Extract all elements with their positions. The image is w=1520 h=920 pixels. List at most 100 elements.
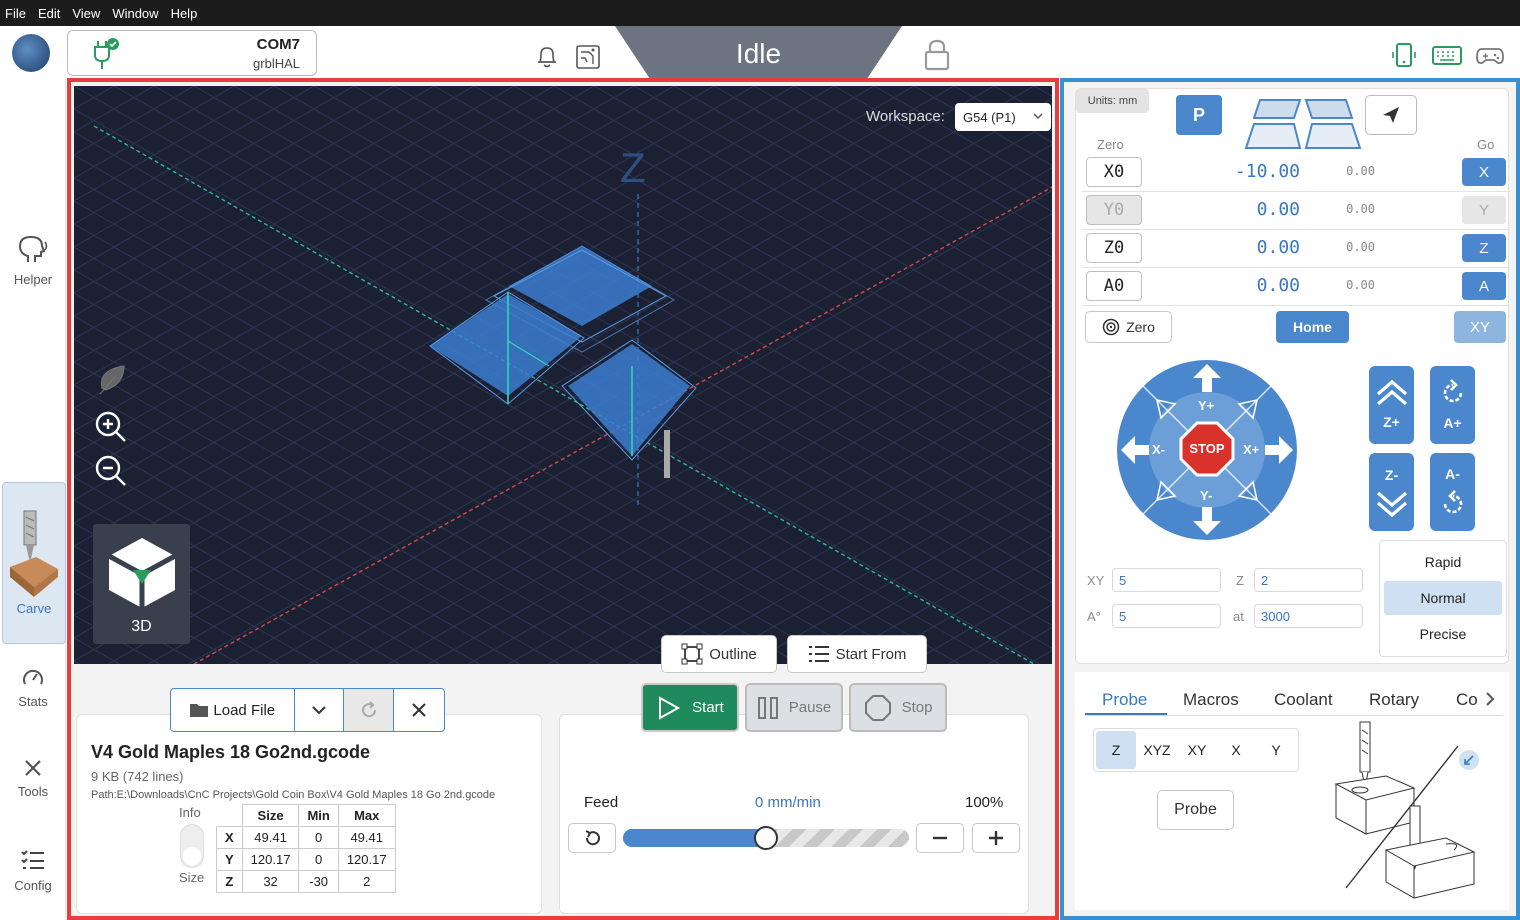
feather-icon[interactable] (94, 362, 130, 398)
speed-precise-button[interactable]: Precise (1384, 618, 1502, 650)
size-toggle-label: Size (179, 870, 205, 885)
jog-y-plus-arrow-icon[interactable] (1191, 362, 1223, 394)
nav-carve[interactable]: Carve (2, 482, 66, 644)
view-cube-button[interactable]: 3D (93, 524, 190, 644)
work-position-a[interactable]: 0.00 (1150, 275, 1300, 296)
phone-icon[interactable] (1392, 42, 1416, 70)
workspace-overlay-icon[interactable] (1242, 96, 1364, 152)
keyboard-icon[interactable] (1432, 46, 1462, 66)
go-a-button[interactable]: A (1462, 272, 1506, 300)
load-file-button[interactable]: Load File (171, 689, 295, 731)
jog-a-minus-button[interactable]: A- (1430, 453, 1475, 531)
tab-macros[interactable]: Macros (1183, 690, 1239, 710)
units-badge: Units: mm (1076, 89, 1149, 113)
work-position-x[interactable]: -10.00 (1150, 161, 1300, 182)
jog-x-plus-arrow-icon[interactable] (1263, 434, 1295, 466)
probe-button[interactable]: Probe (1157, 790, 1234, 830)
table-cell: 49.41 (241, 826, 300, 849)
menu-window[interactable]: Window (112, 6, 158, 21)
info-size-toggle[interactable] (180, 824, 204, 868)
tab-coolant[interactable]: Coolant (1274, 690, 1333, 710)
chevron-right-icon[interactable] (1485, 691, 1495, 707)
jog-a-plus-button[interactable]: A+ (1430, 366, 1475, 444)
nav-tools[interactable]: Tools (0, 758, 66, 799)
go-xy-button[interactable]: XY (1454, 311, 1506, 343)
table-cell: Z (216, 870, 243, 893)
workspace-select[interactable]: G54 (P1) (955, 103, 1051, 131)
home-button[interactable]: Home (1276, 311, 1349, 343)
top-bar: COM7 grblHAL Idle (0, 26, 1520, 78)
zero-a-button[interactable]: A0 (1086, 271, 1142, 301)
jog-a-step-input[interactable]: 5 (1112, 604, 1221, 628)
work-position-y[interactable]: 0.00 (1150, 199, 1300, 220)
jog-feed-input[interactable]: 3000 (1254, 604, 1363, 628)
speed-normal-button[interactable]: Normal (1384, 581, 1502, 615)
probe-axis-z[interactable]: Z (1096, 731, 1136, 769)
probe-axis-xy[interactable]: XY (1178, 731, 1216, 769)
start-button[interactable]: Start (641, 683, 739, 732)
menu-file[interactable]: File (5, 6, 26, 21)
target-icon (1102, 318, 1120, 336)
close-file-button[interactable] (394, 689, 444, 731)
go-to-button[interactable] (1365, 95, 1417, 135)
feed-decrease-button[interactable] (916, 823, 964, 853)
pause-button[interactable]: Pause (745, 683, 843, 732)
outline-button[interactable]: Outline (661, 635, 777, 673)
work-position-z[interactable]: 0.00 (1150, 237, 1300, 258)
tab-probe[interactable]: Probe (1102, 690, 1147, 710)
tab-rotary[interactable]: Rotary (1369, 690, 1419, 710)
board-icon[interactable] (575, 44, 601, 70)
menu-view[interactable]: View (72, 6, 100, 21)
go-y-button[interactable]: Y (1462, 196, 1506, 224)
feed-increase-button[interactable] (972, 823, 1020, 853)
zero-y-button[interactable]: Y0 (1086, 195, 1142, 225)
feed-label: Feed (584, 794, 619, 811)
bell-icon[interactable] (536, 45, 558, 69)
tab-more[interactable]: Co (1456, 690, 1478, 710)
go-x-button[interactable]: X (1462, 158, 1506, 186)
speed-rapid-button[interactable]: Rapid (1384, 546, 1502, 578)
visualizer-canvas[interactable]: Z Workspace: G54 (P1) 3D (74, 86, 1052, 664)
jog-z-minus-button[interactable]: Z- (1369, 453, 1414, 531)
recent-files-button[interactable] (295, 689, 345, 731)
jog-feed-label: at (1233, 609, 1244, 624)
double-chevron-up-icon (1376, 380, 1407, 406)
reload-file-button[interactable] (344, 689, 395, 731)
probe-axis-xyz[interactable]: XYZ (1136, 731, 1178, 769)
gamepad-icon[interactable] (1476, 45, 1504, 67)
zero-z-button[interactable]: Z0 (1086, 233, 1142, 263)
table-header: Min (298, 804, 339, 827)
nav-stats[interactable]: Stats (0, 668, 66, 709)
stop-job-button[interactable]: Stop (849, 683, 947, 732)
nav-helper[interactable]: Helper (0, 234, 66, 287)
go-z-button[interactable]: Z (1462, 234, 1506, 262)
table-cell: 0 (298, 848, 339, 871)
zero-x-button[interactable]: X0 (1086, 157, 1142, 187)
feed-slider-handle[interactable] (754, 826, 778, 850)
menu-help[interactable]: Help (171, 6, 198, 21)
p-button[interactable]: P (1176, 95, 1222, 135)
lock-icon[interactable] (922, 38, 952, 72)
jog-z-plus-button[interactable]: Z+ (1369, 366, 1414, 444)
feed-reset-button[interactable] (568, 823, 616, 853)
jog-xy-step-input[interactable]: 5 (1112, 568, 1221, 592)
zero-all-button[interactable]: Zero (1085, 311, 1172, 343)
nav-helper-label: Helper (13, 272, 53, 287)
connection-button[interactable]: COM7 grblHAL (67, 30, 317, 76)
jog-y-minus-arrow-icon[interactable] (1191, 505, 1223, 537)
carve-icon (10, 510, 58, 597)
jog-z-step-input[interactable]: 2 (1254, 568, 1363, 592)
chevron-down-icon (1033, 113, 1043, 119)
zoom-out-icon[interactable] (94, 454, 128, 488)
zoom-in-icon[interactable] (94, 410, 128, 444)
probe-axis-x[interactable]: X (1216, 731, 1256, 769)
outline-label: Outline (709, 645, 757, 663)
probe-axis-y[interactable]: Y (1256, 731, 1296, 769)
feed-slider[interactable] (623, 826, 909, 850)
stop-jog-button[interactable]: STOP (1179, 421, 1235, 477)
menu-edit[interactable]: Edit (38, 6, 60, 21)
start-from-button[interactable]: Start From (787, 635, 927, 673)
jog-z-plus-label: Z+ (1383, 414, 1400, 430)
nav-config[interactable]: Config (0, 848, 66, 893)
jog-x-minus-arrow-icon[interactable] (1119, 434, 1151, 466)
